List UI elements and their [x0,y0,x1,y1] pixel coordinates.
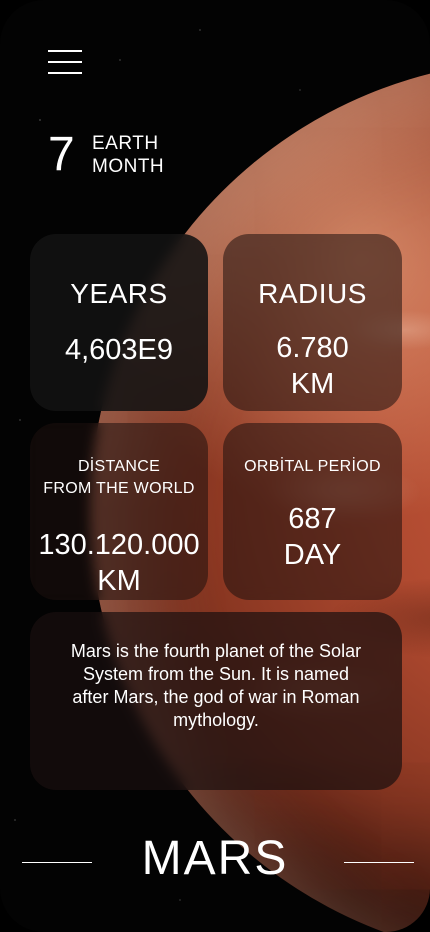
distance-value-unit: KM [97,565,141,597]
period-unit: EARTH MONTH [92,132,164,178]
orbital-period-card[interactable]: ORBİTAL PERİOD 687 DAY [223,423,402,600]
distance-value-number: 130.120.000 [38,529,200,561]
period-unit-line1: EARTH [92,133,159,154]
distance-title-line2: FROM THE WORLD [43,480,195,497]
divider-right [344,862,414,863]
hamburger-menu-icon[interactable] [48,50,82,74]
radius-value-number: 6.780 [276,332,349,364]
description-card: Mars is the fourth planet of the Solar S… [30,612,402,790]
radius-card[interactable]: RADIUS 6.780 KM [223,234,402,411]
years-value: 4,603E9 [64,334,174,366]
orbital-period-unit: DAY [283,539,342,571]
distance-title-line1: DİSTANCE [77,458,161,475]
radius-value-unit: KM [290,368,335,400]
distance-value: 130.120.000 KM [30,527,208,599]
years-card[interactable]: YEARS 4,603E9 [30,234,208,411]
orbital-period-value: 687 DAY [223,501,402,573]
orbital-period-title: ORBİTAL PERİOD [244,458,381,475]
distance-title: DİSTANCE FROM THE WORLD [30,456,208,500]
period-value: 7 [48,128,75,181]
radius-title: RADIUS [258,278,367,309]
planet-name: MARS [141,832,289,885]
distance-card[interactable]: DİSTANCE FROM THE WORLD 130.120.000 KM [30,423,208,600]
planet-description: Mars is the fourth planet of the Solar S… [70,641,362,730]
period-unit-line2: MONTH [92,156,165,177]
phone-screen: 7 EARTH MONTH YEARS 4,603E9 RADIUS 6.780… [0,0,430,932]
radius-value: 6.780 KM [223,330,402,402]
orbital-period-number: 687 [288,503,337,535]
years-title: YEARS [70,278,168,309]
